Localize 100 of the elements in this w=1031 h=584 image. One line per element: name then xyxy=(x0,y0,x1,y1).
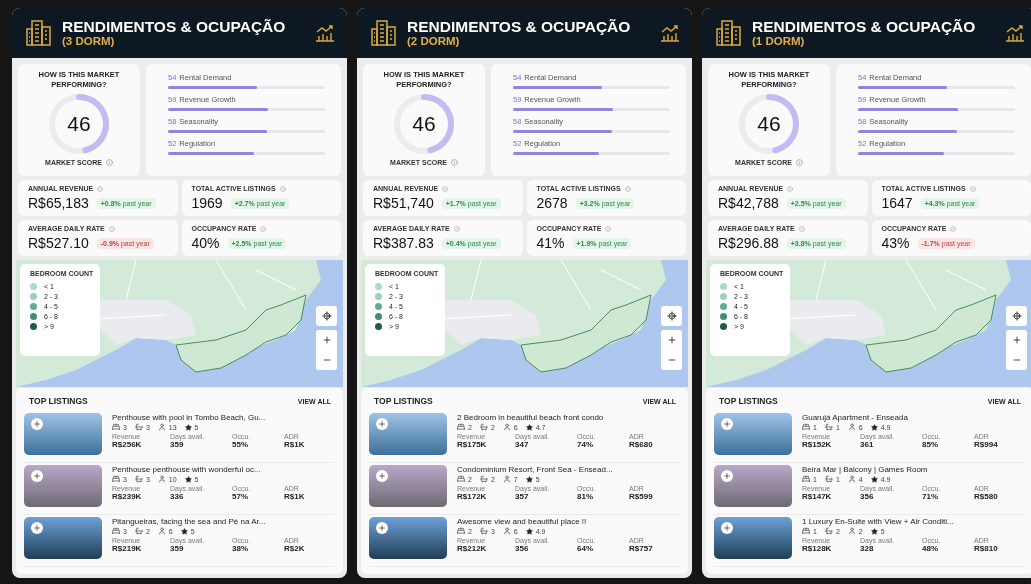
metric-value: 2678 xyxy=(536,195,568,211)
stat-value: 57% xyxy=(232,492,249,501)
person-icon xyxy=(157,423,166,431)
plus-icon xyxy=(321,335,332,345)
stat-value: 55% xyxy=(232,440,249,449)
listing-title[interactable]: 2 Bedroom in beautiful beach front condo xyxy=(457,413,680,422)
person-icon xyxy=(157,527,166,535)
bath-icon xyxy=(824,527,833,535)
star-icon xyxy=(180,527,188,535)
crosshair-icon xyxy=(666,311,677,321)
listing-title[interactable]: Condominium Resort, Front Sea - Ensead... xyxy=(457,465,680,474)
listing-title[interactable]: Beira Mar | Balcony | Games Room xyxy=(802,465,1025,474)
person-icon xyxy=(847,475,856,483)
listing-title[interactable]: Guarujá Apartment - Enseada xyxy=(802,413,1025,422)
listings-title: TOP LISTINGS xyxy=(374,396,433,406)
stat-value: 328 xyxy=(860,544,874,553)
add-button[interactable] xyxy=(376,470,388,482)
bath-icon xyxy=(479,475,488,483)
listing-title[interactable]: Pitangueiras, facing the sea and Pé na Ar... xyxy=(112,517,335,526)
bath-icon xyxy=(824,475,833,483)
stat-value: R$680 xyxy=(629,440,654,449)
plus-icon xyxy=(33,472,41,480)
stat-value: 356 xyxy=(515,544,529,553)
add-button[interactable] xyxy=(721,470,733,482)
stat-value: 357 xyxy=(515,492,529,501)
metric-value: 41% xyxy=(536,235,565,251)
person-icon xyxy=(847,423,856,431)
info-icon xyxy=(969,185,976,192)
star-icon xyxy=(870,527,878,535)
bath-icon xyxy=(479,527,488,535)
add-button[interactable] xyxy=(721,418,733,430)
metric-value: R$65,183 xyxy=(28,195,89,211)
chart-up-icon xyxy=(315,24,335,42)
metric-value: R$51,740 xyxy=(373,195,434,211)
plus-icon xyxy=(723,472,731,480)
stat-value: R$147K xyxy=(802,492,833,501)
panel-title: RENDIMENTOS & OCUPAÇÃO xyxy=(407,18,631,36)
info-icon xyxy=(798,225,805,232)
listing-title[interactable]: 1 Luxury En-Suite with View + Air Conditi... xyxy=(802,517,1025,526)
stat-value: R$219K xyxy=(112,544,143,553)
add-button[interactable] xyxy=(376,522,388,534)
bath-icon xyxy=(479,423,488,431)
stat-value: 347 xyxy=(515,440,529,449)
stat-value: 356 xyxy=(860,492,874,501)
locate-button[interactable] xyxy=(661,306,682,326)
stat-value: R$2K xyxy=(284,544,306,553)
info-icon xyxy=(787,185,794,192)
info-icon xyxy=(453,225,460,232)
listing-title[interactable]: Penthouse penthouse with wonderful oc... xyxy=(112,465,335,474)
stat-value: 336 xyxy=(170,492,184,501)
plus-icon xyxy=(723,420,731,428)
add-button[interactable] xyxy=(31,470,43,482)
panel-subtitle: (1 DORM) xyxy=(752,35,806,48)
metric-value: R$296.88 xyxy=(718,235,779,251)
person-icon xyxy=(847,527,856,535)
locate-button[interactable] xyxy=(316,306,337,326)
stat-value: R$175K xyxy=(457,440,488,449)
info-icon xyxy=(105,158,113,166)
plus-icon xyxy=(33,420,41,428)
info-icon xyxy=(97,185,104,192)
star-icon xyxy=(184,423,192,431)
star-icon xyxy=(525,423,533,431)
bed-icon xyxy=(802,527,810,535)
chart-up-icon xyxy=(660,24,680,42)
building-icon xyxy=(716,19,742,47)
stat-value: 74% xyxy=(577,440,594,449)
bed-icon xyxy=(112,475,120,483)
crosshair-icon xyxy=(1011,311,1022,321)
listings-title: TOP LISTINGS xyxy=(719,396,778,406)
crosshair-icon xyxy=(321,311,332,321)
bed-icon xyxy=(112,527,120,535)
add-button[interactable] xyxy=(31,418,43,430)
bath-icon xyxy=(134,423,143,431)
locate-button[interactable] xyxy=(1006,306,1027,326)
metric-value: R$387.83 xyxy=(373,235,434,251)
add-button[interactable] xyxy=(721,522,733,534)
info-icon xyxy=(108,225,115,232)
stat-value: 85% xyxy=(922,440,939,449)
listing-title[interactable]: Awesome view and beautiful place !! xyxy=(457,517,680,526)
stat-value: R$256K xyxy=(112,440,143,449)
info-icon xyxy=(605,225,612,232)
stat-value: R$810 xyxy=(974,544,999,553)
add-button[interactable] xyxy=(376,418,388,430)
star-icon xyxy=(525,475,533,483)
listing-title[interactable]: Penthouse with pool in Tombo Beach, Gu... xyxy=(112,413,335,422)
stat-value: R$1K xyxy=(284,492,306,501)
info-icon xyxy=(279,185,286,192)
plus-icon xyxy=(666,335,677,345)
stat-value: R$128K xyxy=(802,544,833,553)
stat-value: 48% xyxy=(922,544,939,553)
add-button[interactable] xyxy=(31,522,43,534)
bed-icon xyxy=(112,423,120,431)
stat-value: R$994 xyxy=(974,440,999,449)
plus-icon xyxy=(33,524,41,532)
star-icon xyxy=(870,475,878,483)
metric-value: 1969 xyxy=(191,195,223,211)
panel-subtitle: (3 DORM) xyxy=(62,35,116,48)
metric-value: R$527.10 xyxy=(28,235,89,251)
panel-title: RENDIMENTOS & OCUPAÇÃO xyxy=(752,18,976,36)
stat-value: R$757 xyxy=(629,544,654,553)
